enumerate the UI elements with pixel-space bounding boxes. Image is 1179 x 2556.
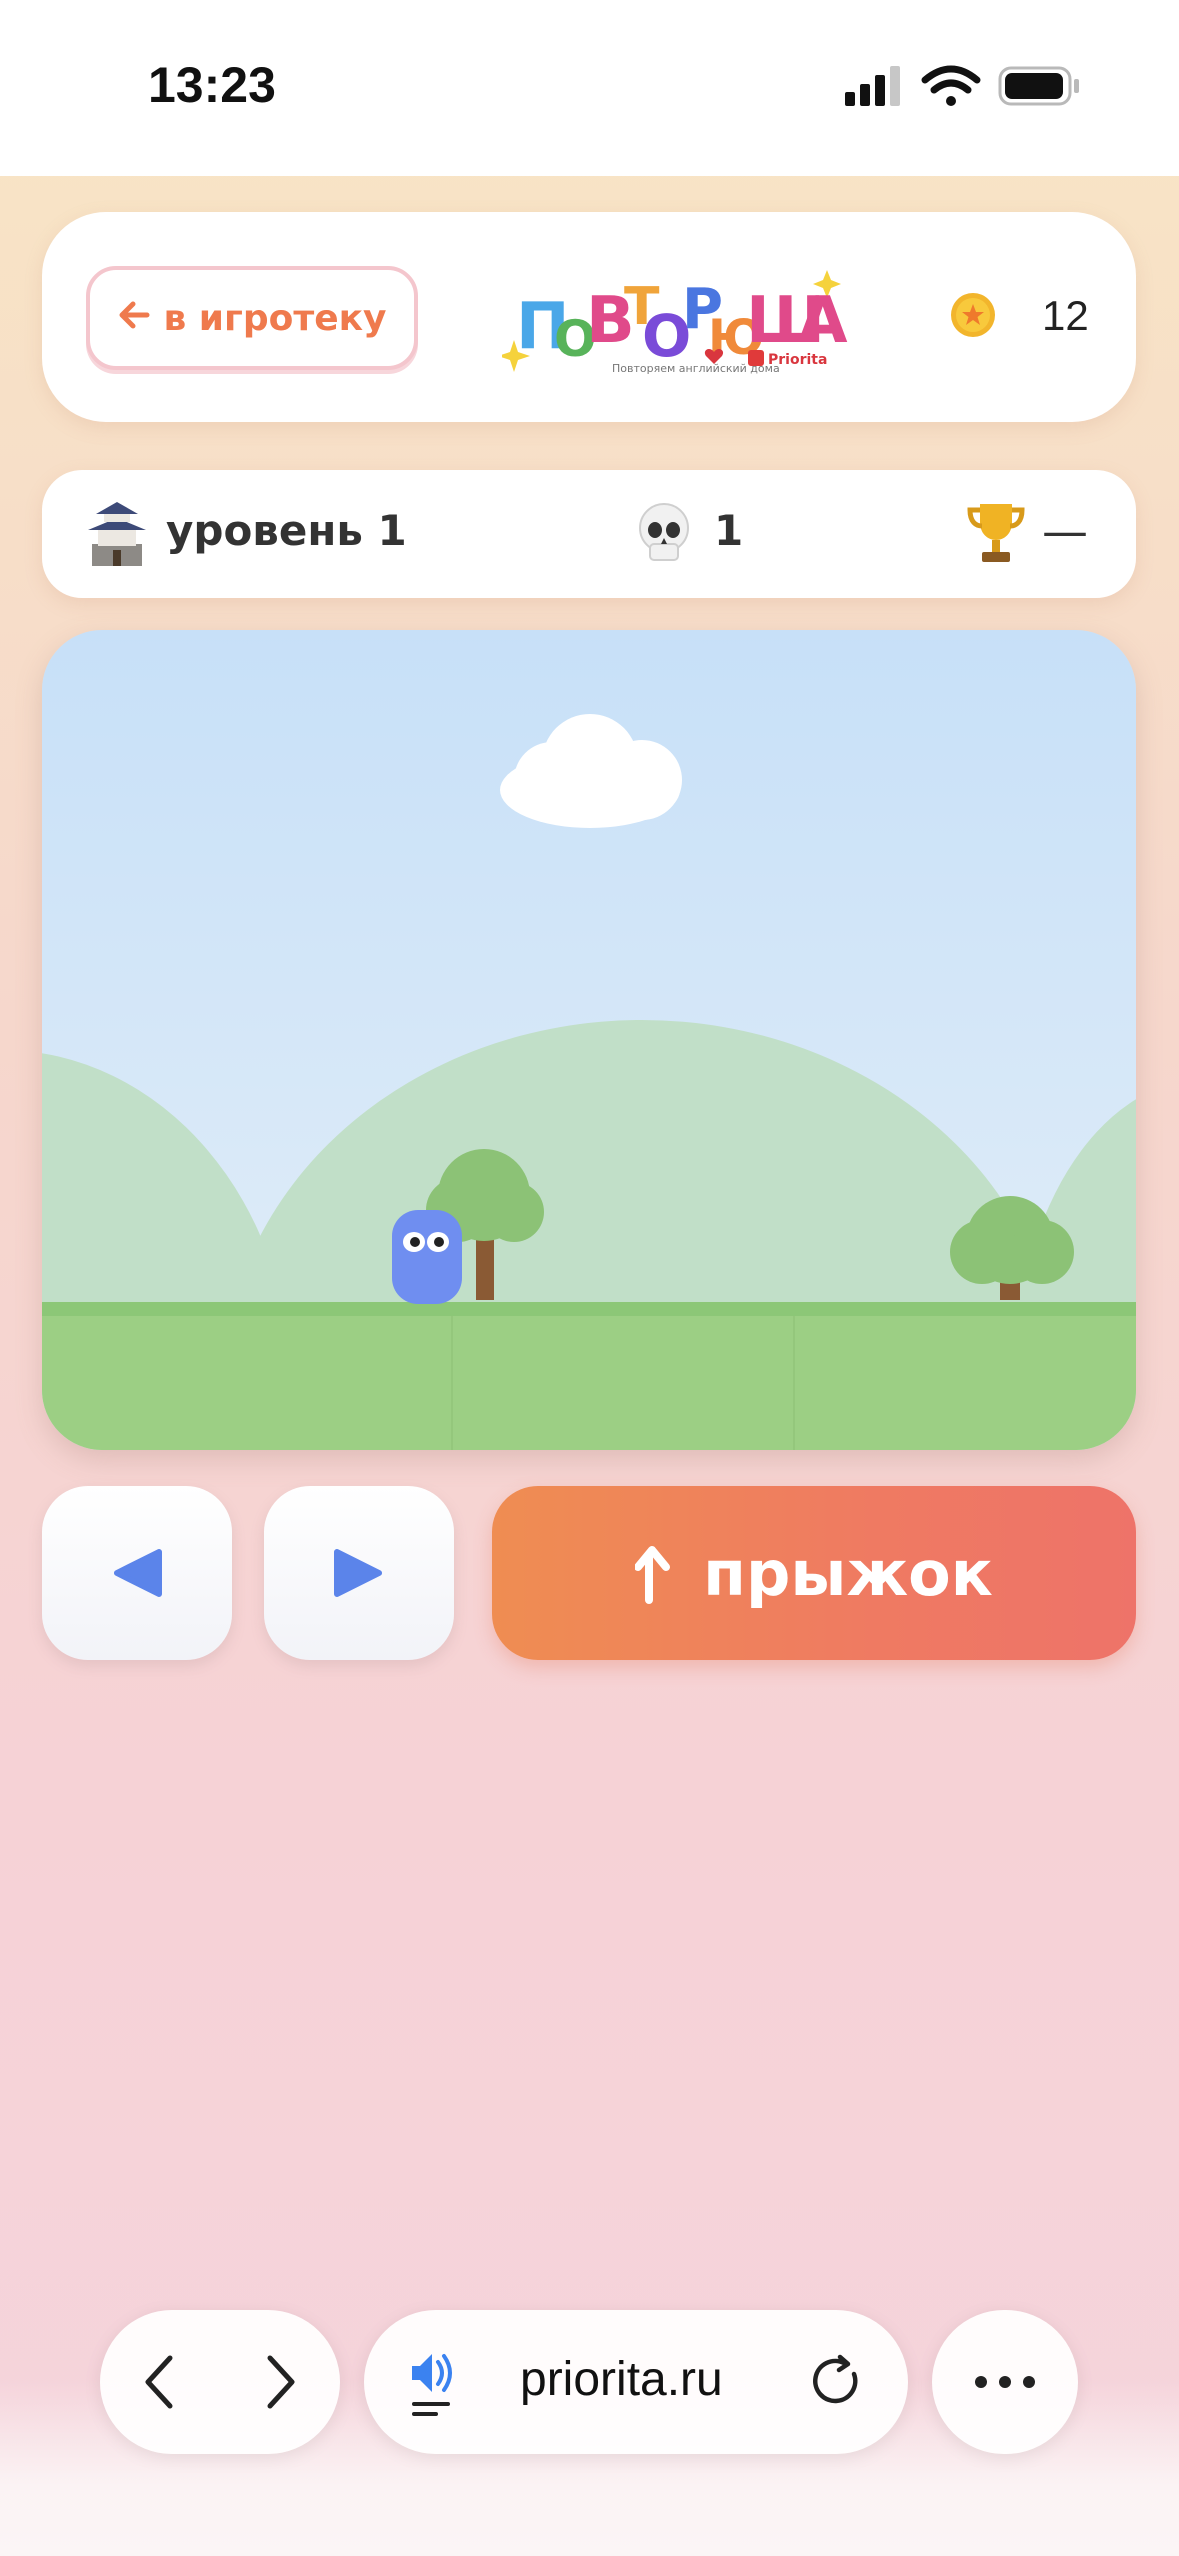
trophy-icon (967, 504, 1025, 562)
reload-icon[interactable] (810, 2354, 866, 2410)
back-chevron-icon[interactable] (140, 2352, 180, 2412)
more-menu-button[interactable] (932, 2310, 1078, 2454)
coin-icon (951, 293, 995, 337)
status-time: 13:23 (148, 57, 276, 113)
best-result: — (1042, 504, 1088, 558)
priorita-logo-icon (748, 350, 764, 366)
triangle-right-icon (334, 1549, 382, 1597)
castle-icon (88, 502, 146, 566)
back-to-games-button[interactable]: в игротеку (86, 266, 418, 370)
skull-icon (639, 503, 689, 561)
browser-nav-pill (100, 2310, 340, 2454)
ground (42, 1316, 1136, 1450)
triangle-left-icon (114, 1549, 162, 1597)
arrow-up-icon (635, 1546, 671, 1604)
url-text: priorita.ru (520, 2353, 723, 2406)
move-left-button[interactable] (42, 1486, 232, 1660)
coins-count: 12 (1042, 292, 1089, 339)
svg-text:А: А (798, 284, 848, 358)
povtoryusha-logo: П О В Т О Р Ю Ш А Повторяем английский д… (502, 270, 848, 375)
game-canvas[interactable] (42, 630, 1136, 1450)
move-right-button[interactable] (264, 1486, 454, 1660)
ground-edge (42, 1302, 1136, 1316)
wifi-icon (921, 65, 981, 106)
logo-brand: Priorita (768, 352, 827, 368)
speaker-icon[interactable] (408, 2346, 460, 2422)
battery-icon (998, 66, 1079, 106)
status-icons (845, 65, 1079, 106)
jump-button[interactable]: прыжок (492, 1486, 1136, 1660)
forward-chevron-icon[interactable] (260, 2352, 300, 2412)
stats-card: уровень 1 1 — (42, 470, 1136, 598)
arrow-left-icon (117, 298, 151, 339)
level-label: уровень 1 (166, 506, 407, 555)
signal-icon (845, 66, 900, 106)
more-dots-icon (975, 2376, 1035, 2388)
header-card: в игротеку П О В Т О Р Ю Ш А Повторяем а… (42, 212, 1136, 422)
status-bar: 13:23 (0, 0, 1179, 176)
player-character (392, 1210, 462, 1304)
address-bar[interactable]: priorita.ru (364, 2310, 908, 2454)
jump-button-label: прыжок (703, 1536, 993, 1610)
deaths-count: 1 (714, 506, 744, 555)
back-button-label: в игротеку (163, 297, 387, 339)
